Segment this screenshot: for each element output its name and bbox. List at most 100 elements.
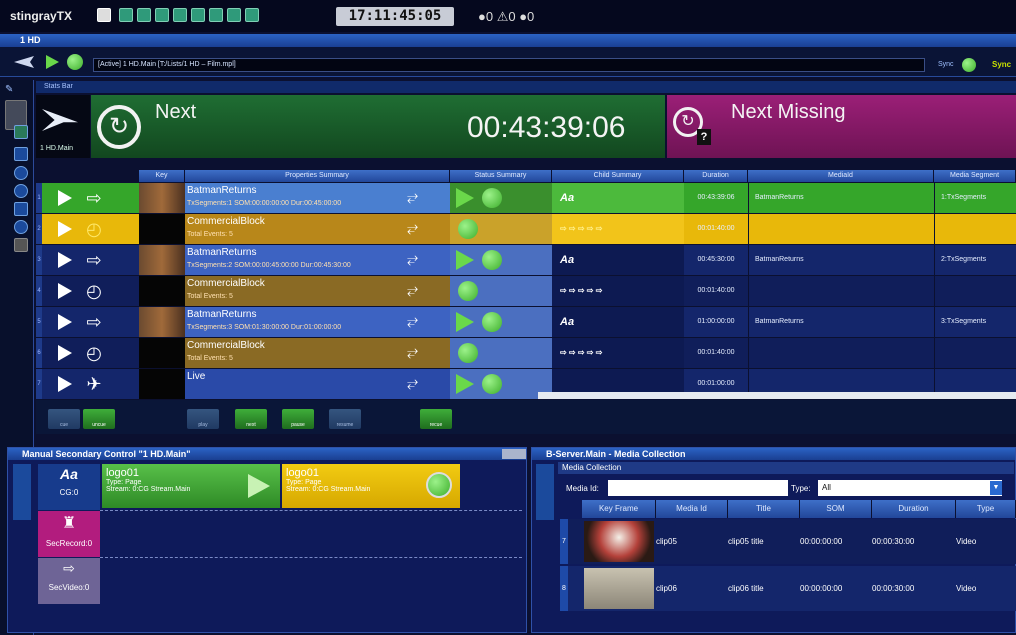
disc-icon[interactable] <box>14 220 28 234</box>
table-row[interactable]: 5 ⇨ BatmanReturns TxSegments:3 SOM:01:30:00… <box>36 307 1016 337</box>
properties-cell[interactable]: BatmanReturns TxSegments:3 SOM:01:30:00:0… <box>185 307 450 337</box>
pause-label: pause <box>291 422 305 428</box>
settings-icon[interactable] <box>14 238 28 252</box>
play-button[interactable]: play <box>187 409 219 429</box>
col-type[interactable]: Type <box>956 500 1016 518</box>
loop-icon: ⥂ <box>407 343 419 359</box>
col-media-duration[interactable]: Duration <box>872 500 956 518</box>
keyframe-thumbnail <box>584 568 654 609</box>
monitor-tool-icon[interactable] <box>14 125 28 139</box>
network-icon[interactable] <box>227 8 241 22</box>
msc-side-tools[interactable] <box>13 464 31 520</box>
row-play-icon[interactable] <box>58 376 72 392</box>
track-label: SecRecord:0 <box>45 539 93 548</box>
status-dot-icon <box>458 219 478 239</box>
logo-card-on-air[interactable]: logo01 Type: Page Stream: 0:CG Stream.Ma… <box>102 464 280 508</box>
loop-icon: ⥂ <box>407 219 419 235</box>
duration-cell: 00:01:40:00 <box>697 287 735 294</box>
child-summary: ⇨ ⇨ ⇨ ⇨ ⇨ <box>552 338 684 368</box>
col-status[interactable]: Status Summary <box>450 170 552 182</box>
movie-icon: ⇨ <box>86 250 102 270</box>
properties-cell[interactable]: CommercialBlock Total Events: 5 ⥂ <box>185 276 450 306</box>
next-button[interactable]: next <box>235 409 267 429</box>
row-play-icon[interactable] <box>58 345 72 361</box>
recue-button[interactable]: recue <box>420 409 452 429</box>
properties-cell[interactable]: CommercialBlock Total Events: 5 ⥂ <box>185 338 450 368</box>
pencil-icon[interactable]: ✎ <box>5 84 27 95</box>
col-key[interactable]: Key <box>139 170 185 182</box>
row-number: 5 <box>36 307 42 337</box>
track-cg[interactable]: Aa CG:0 <box>38 464 100 510</box>
col-media-id[interactable]: Media Id <box>656 500 728 518</box>
flag-icon[interactable] <box>191 8 205 22</box>
table-row[interactable]: 6 ◴ CommercialBlock Total Events: 5 ⥂ ⇨ ⇨ ⇨ ⇨… <box>36 338 1016 368</box>
col-child[interactable]: Child Summary <box>552 170 684 182</box>
table-row[interactable]: 3 ⇨ BatmanReturns TxSegments:2 SOM:00:00:45… <box>36 245 1016 275</box>
col-som[interactable]: SOM <box>800 500 872 518</box>
table-row[interactable]: 4 ◴ CommercialBlock Total Events: 5 ⥂ ⇨ ⇨ ⇨ ⇨… <box>36 276 1016 306</box>
resume-button[interactable]: resume <box>329 409 361 429</box>
status-dot-icon <box>458 281 478 301</box>
plane-icon[interactable] <box>14 56 34 68</box>
msc-title-text: Manual Secondary Control "1 HD.Main" <box>22 449 191 459</box>
mediaid-cell <box>748 338 934 368</box>
row-play-icon[interactable] <box>58 252 72 268</box>
clock-tool-icon[interactable] <box>14 166 28 180</box>
play-label: play <box>198 422 208 428</box>
users-icon[interactable] <box>173 8 187 22</box>
col-segment[interactable]: Media Segment <box>934 170 1016 182</box>
chevron-down-icon[interactable]: ▼ <box>990 481 1002 495</box>
card-play-icon[interactable] <box>248 474 270 498</box>
col-title[interactable]: Title <box>728 500 800 518</box>
title-cell: clip05 title <box>728 537 764 546</box>
col-mediaid[interactable]: MediaId <box>748 170 934 182</box>
playlist-status: [Active] 1 HD.Main [T:/Lists/1 HD – Film… <box>93 58 925 72</box>
status-icon[interactable] <box>97 8 111 22</box>
clock-alt-icon[interactable] <box>14 184 28 198</box>
row-play-icon[interactable] <box>58 283 72 299</box>
list-icon[interactable] <box>155 8 169 22</box>
status-play-icon <box>456 312 474 332</box>
tools-icon[interactable] <box>209 8 223 22</box>
monitor-icon[interactable] <box>119 8 133 22</box>
table-row[interactable]: 2 ◴ CommercialBlock Total Events: 5 ⥂ ⇨ ⇨ ⇨ ⇨… <box>36 214 1016 244</box>
properties-cell[interactable]: BatmanReturns TxSegments:2 SOM:00:00:45:0… <box>185 245 450 275</box>
table-row[interactable]: 7 clip05 clip05 title 00:00:00:00 00:00:30:0… <box>560 519 1016 564</box>
status-dot-icon <box>482 250 502 270</box>
col-keyframe[interactable]: Key Frame <box>582 500 656 518</box>
horizontal-scrollbar[interactable] <box>538 392 1016 399</box>
loop-icon: ⥂ <box>407 374 419 390</box>
cue-button[interactable]: cue <box>48 409 80 429</box>
key-thumbnail <box>139 369 185 399</box>
type-select-value: All <box>822 483 831 492</box>
properties-cell[interactable]: Live ⥂ <box>185 369 450 399</box>
track-secrecord[interactable]: ♜ SecRecord:0 <box>38 511 100 557</box>
media-side-tools[interactable] <box>536 464 554 520</box>
play-icon[interactable] <box>46 55 59 69</box>
row-play-icon[interactable] <box>58 190 72 206</box>
table-row[interactable]: 8 clip06 clip06 title 00:00:00:00 00:00:30:0… <box>560 566 1016 611</box>
uncue-button[interactable]: uncue <box>83 409 115 429</box>
skip-icon[interactable] <box>14 202 28 216</box>
pause-button[interactable]: pause <box>282 409 314 429</box>
col-duration[interactable]: Duration <box>684 170 748 182</box>
sync-icon[interactable] <box>962 58 976 72</box>
window-controls[interactable] <box>502 449 526 459</box>
screen-icon[interactable] <box>137 8 151 22</box>
type-select[interactable]: All <box>818 480 1002 496</box>
properties-cell[interactable]: BatmanReturns TxSegments:1 SOM:00:00:00:0… <box>185 183 450 213</box>
col-properties[interactable]: Properties Summary <box>185 170 450 182</box>
window-title: 1 HD <box>0 34 1016 47</box>
track-secvideo[interactable]: ⇨ SecVideo:0 <box>38 558 100 604</box>
chart-icon[interactable] <box>245 8 259 22</box>
logo-card-cued[interactable]: logo01 Type: Page Stream: 0:CG Stream.Ma… <box>282 464 460 508</box>
media-id-input[interactable] <box>608 480 788 496</box>
properties-cell[interactable]: CommercialBlock Total Events: 5 ⥂ <box>185 214 450 244</box>
video-icon: ⇨ <box>63 560 75 576</box>
som-cell: 00:00:00:00 <box>800 537 843 546</box>
list-tool-icon[interactable] <box>14 147 28 161</box>
status-cell <box>450 214 552 244</box>
row-play-icon[interactable] <box>58 221 72 237</box>
row-play-icon[interactable] <box>58 314 72 330</box>
table-row[interactable]: 1 ⇨ BatmanReturns TxSegments:1 SOM:00:00:00… <box>36 183 1016 213</box>
